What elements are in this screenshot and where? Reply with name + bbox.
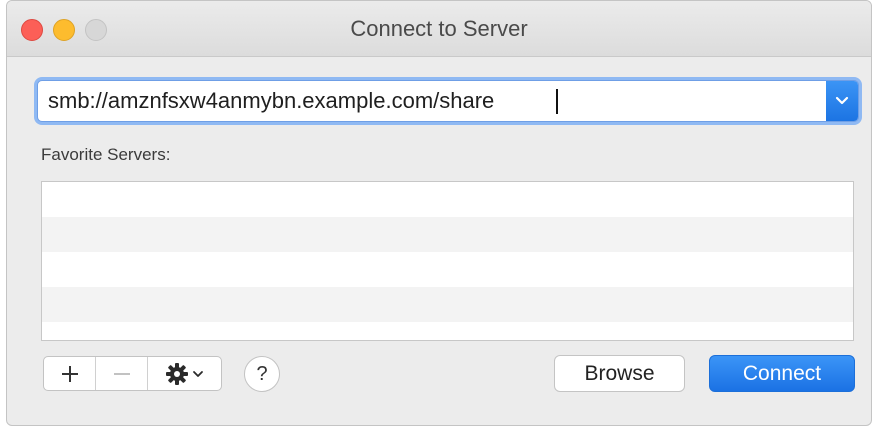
favorites-action-menu-button[interactable] [148, 357, 221, 390]
list-item[interactable] [42, 182, 853, 217]
window-title: Connect to Server [350, 16, 528, 41]
text-cursor [556, 89, 558, 114]
chevron-down-icon [193, 370, 203, 377]
remove-favorite-button [96, 357, 148, 390]
add-favorite-button[interactable] [44, 357, 96, 390]
recent-servers-dropdown-button[interactable] [826, 81, 858, 121]
chevron-down-icon [835, 96, 849, 105]
favorite-servers-list[interactable] [41, 181, 854, 341]
list-item[interactable] [42, 287, 853, 322]
server-address-input[interactable] [38, 81, 824, 121]
connect-button[interactable]: Connect [709, 355, 855, 392]
favorites-toolbar [43, 356, 222, 391]
list-item[interactable] [42, 217, 853, 252]
server-address-combobox[interactable] [37, 80, 859, 122]
title-bar: Connect to Server [7, 1, 871, 57]
list-item[interactable] [42, 252, 853, 287]
gear-icon [166, 362, 188, 385]
list-item[interactable] [42, 322, 853, 340]
connect-to-server-window: Connect to Server Favorite Servers: [6, 0, 872, 426]
favorite-servers-label: Favorite Servers: [41, 145, 171, 164]
minus-icon [113, 372, 130, 375]
help-button[interactable]: ? [244, 356, 280, 392]
plus-icon [61, 365, 78, 382]
browse-button[interactable]: Browse [554, 355, 685, 392]
